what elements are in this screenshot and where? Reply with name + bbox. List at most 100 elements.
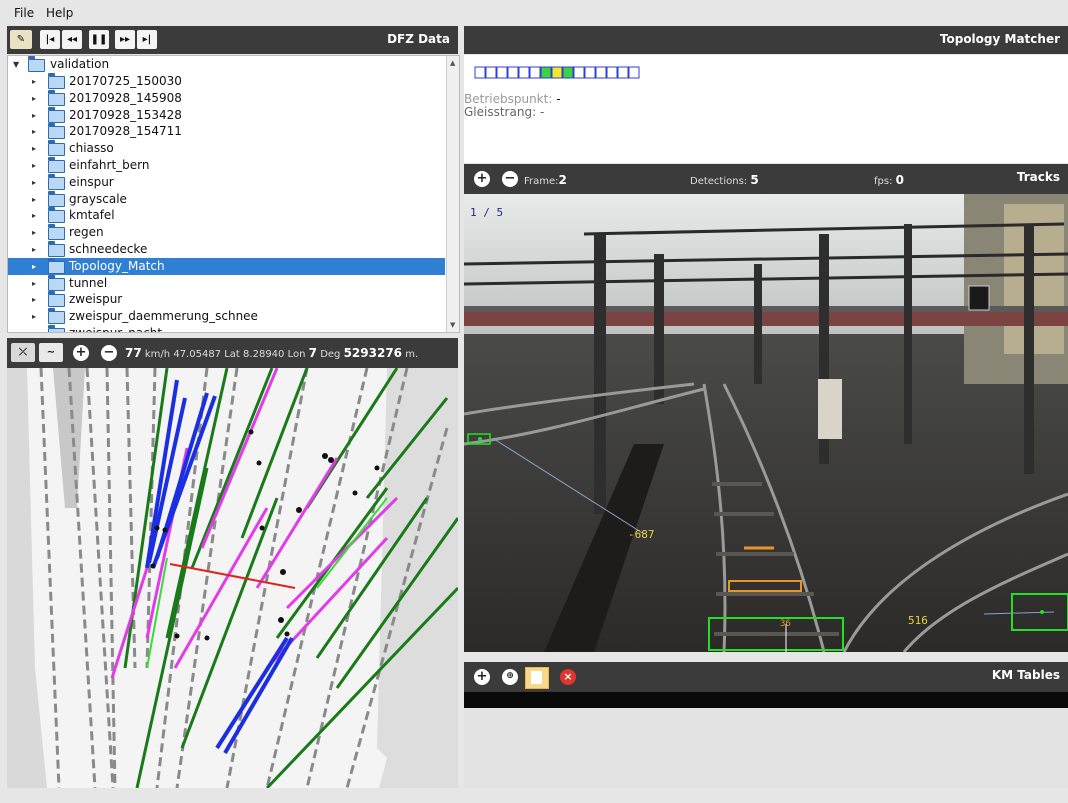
zoom-out-icon[interactable]: − <box>101 345 117 361</box>
tree-item[interactable]: ▸ chiasso <box>8 140 445 157</box>
reset-zoom-icon[interactable]: ⊕ <box>502 669 518 685</box>
expand-icon[interactable]: ▸ <box>32 241 36 258</box>
lon-label: Lon <box>287 349 306 360</box>
topology-cell <box>617 66 629 79</box>
topology-cell <box>518 66 530 79</box>
camera-zoom-in-icon[interactable]: + <box>474 171 490 187</box>
deg-value: 7 <box>308 346 317 360</box>
betriebspunkt-value: - <box>556 92 561 106</box>
folder-icon <box>48 257 65 274</box>
expand-icon[interactable]: ▸ <box>32 107 36 124</box>
track-map[interactable] <box>7 368 458 788</box>
tree-item[interactable]: ▸ Topology_Match <box>8 257 445 275</box>
detections-label: Detections: <box>690 176 748 187</box>
expand-icon[interactable]: ▸ <box>32 90 36 107</box>
topology-cell <box>573 66 585 79</box>
km-toolbar: + ⊕ × KM Tables <box>464 662 1068 692</box>
menubar: File Help <box>0 0 1068 24</box>
menu-file[interactable]: File <box>14 6 34 20</box>
folder-icon <box>48 173 65 190</box>
expand-icon[interactable]: ▸ <box>32 140 36 157</box>
expand-icon[interactable]: ▸ <box>32 275 36 292</box>
tree-item-label: Topology_Match <box>69 258 165 273</box>
track-map-canvas <box>7 368 458 788</box>
lat-label: Lat <box>224 349 240 360</box>
tree-item-label: 20170928_145908 <box>69 90 182 105</box>
rewind-button[interactable]: ◂◂ <box>62 30 82 49</box>
tree-item[interactable]: ▸ zweispur_nacht <box>8 325 445 332</box>
pause-button[interactable]: ❚❚ <box>89 30 109 49</box>
curve-mode-icon[interactable]: ∼ <box>39 343 63 362</box>
expand-icon[interactable]: ▸ <box>32 191 36 208</box>
tree-item-label: zweispur_daemmerung_schnee <box>69 309 258 324</box>
expand-icon[interactable]: ▸ <box>32 308 36 325</box>
expand-icon[interactable]: ▸ <box>32 291 36 308</box>
zoom-in-icon[interactable]: + <box>73 345 89 361</box>
edit-icon[interactable]: ✎ <box>10 30 32 49</box>
expand-icon[interactable]: ▸ <box>32 224 36 241</box>
expand-icon[interactable]: ▸ <box>32 325 36 332</box>
tree-item[interactable]: ▸ zweispur <box>8 291 445 308</box>
fast-forward-button[interactable]: ▸▸ <box>115 30 135 49</box>
tree-item-label: kmtafel <box>69 208 115 223</box>
tree-item[interactable]: ▸ grayscale <box>8 190 445 208</box>
gleisstrang-value: - <box>539 105 545 119</box>
expand-icon[interactable]: ▸ <box>32 73 36 90</box>
tree-root-label: validation <box>50 57 110 71</box>
close-icon[interactable]: × <box>560 669 576 685</box>
page-icon[interactable] <box>525 667 549 689</box>
distance-unit: m. <box>405 349 419 360</box>
tree-item-label: zweispur <box>69 292 123 307</box>
expand-icon[interactable]: ▸ <box>32 207 36 224</box>
camera-toolbar: + − Frame:2 Detections: 5 fps: 0 Tracks <box>464 164 1068 194</box>
tree-item[interactable]: ▸ 20170725_150030 <box>8 73 445 90</box>
gleisstrang-label: Gleisstrang: <box>464 105 537 119</box>
tree-item[interactable]: ▸ zweispur_daemmerung_schnee <box>8 308 445 325</box>
tree-item[interactable]: ▸ 20170928_154711 <box>8 123 445 140</box>
km-area <box>464 708 1068 788</box>
tree-item[interactable]: ▸ kmtafel <box>8 207 445 224</box>
frame-counter: 1 / 5 <box>470 206 503 219</box>
tree-root[interactable]: ▼ validation <box>8 56 445 73</box>
distance-label-left: -687 <box>628 528 655 541</box>
tree-item[interactable]: ▸ einspur <box>8 173 445 191</box>
folder-icon <box>48 241 65 257</box>
gps-readout: 77 km/h 47.05487 Lat 8.28940 Lon 7 Deg 5… <box>125 346 418 360</box>
fit-icon[interactable]: + <box>474 669 490 685</box>
expand-icon[interactable]: ▸ <box>32 123 36 140</box>
km-strip <box>464 692 1068 708</box>
deg-label: Deg <box>320 349 341 360</box>
tree-item[interactable]: ▸ regen <box>8 224 445 241</box>
topology-cell <box>540 66 552 79</box>
fps-readout: fps: 0 <box>874 173 904 187</box>
map-mode-icon[interactable]: ⤫ <box>11 343 35 362</box>
distance-label-bottom: 516 <box>908 614 928 627</box>
tree-scrollbar[interactable]: ▲ ▼ <box>446 56 459 332</box>
km-tables-title: KM Tables <box>991 668 1060 682</box>
detections-readout: Detections: 5 <box>690 173 759 187</box>
tracks-title: Tracks <box>1016 170 1060 184</box>
expand-icon[interactable]: ▸ <box>32 157 36 174</box>
expand-icon[interactable]: ▼ <box>13 56 19 73</box>
tree-item-label: regen <box>69 225 104 240</box>
tree-item[interactable]: ▸ tunnel <box>8 274 445 292</box>
tree-item[interactable]: ▸ 20170928_145908 <box>8 89 445 107</box>
fps-label: fps: <box>874 176 893 187</box>
speed-value: 77 <box>125 346 142 360</box>
tree-item[interactable]: ▸ schneedecke <box>8 241 445 258</box>
expand-icon[interactable]: ▸ <box>32 258 36 275</box>
camera-zoom-out-icon[interactable]: − <box>502 171 518 187</box>
skip-last-button[interactable]: ▸| <box>137 30 157 49</box>
tree-item[interactable]: ▸ 20170928_153428 <box>8 106 445 124</box>
expand-icon[interactable]: ▸ <box>32 174 36 191</box>
folder-icon <box>48 190 65 207</box>
skip-first-button[interactable]: |◂ <box>40 30 60 49</box>
tree-item-label: tunnel <box>69 275 108 290</box>
tree-item[interactable]: ▸ einfahrt_bern <box>8 157 445 174</box>
folder-icon <box>48 274 65 291</box>
folder-icon <box>48 325 65 332</box>
camera-view[interactable]: 1 / 5 -687 516 36 <box>464 194 1068 652</box>
dfz-title: DFZ Data <box>387 32 450 46</box>
menu-help[interactable]: Help <box>46 6 73 20</box>
folder-icon <box>48 308 65 325</box>
